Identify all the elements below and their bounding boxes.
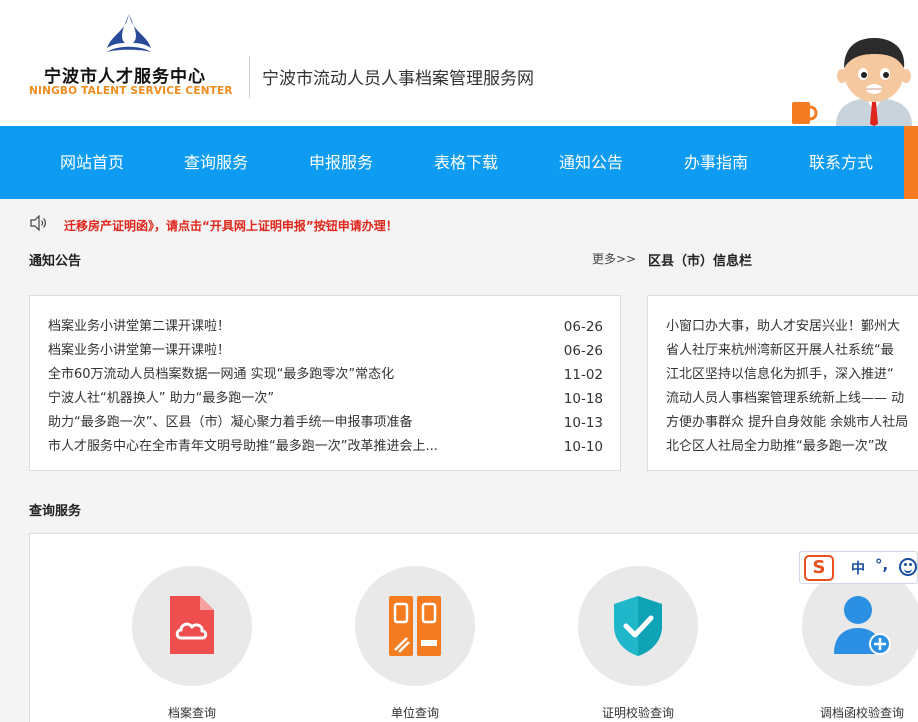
nav-item-apply[interactable]: 申报服务 [309, 126, 373, 199]
list-item[interactable]: 省人社厅来杭州湾新区开展人社系统“最 [666, 339, 918, 363]
shield-check-icon [614, 596, 662, 656]
service-label[interactable]: 单位查询 [335, 704, 495, 721]
nav-accent-bar [904, 126, 918, 199]
county-panel: 小窗口办大事，助人才安居兴业！鄞州大 省人社厅来杭州湾新区开展人社系统“最 江北… [647, 295, 918, 471]
notices-title: 通知公告 [29, 254, 82, 269]
service-certificate-verify[interactable]: 证明校验查询 [578, 566, 698, 722]
sogou-logo-icon[interactable]: S [804, 555, 834, 581]
nav-item-forms[interactable]: 表格下载 [434, 126, 498, 199]
service-transfer-letter-verify[interactable]: 调档函校验查询 [802, 566, 918, 722]
list-item[interactable]: 市人才服务中心在全市青年文明号助推“最多跑一次”改革推进会上... 10-10 [48, 435, 603, 459]
news-date: 06-26 [563, 319, 603, 335]
list-item[interactable]: 方便办事群众 提升自身效能 余姚市人社局 [666, 411, 918, 435]
county-title: 区县（市）信息栏 [648, 254, 753, 269]
news-date: 10-10 [563, 439, 603, 455]
list-item[interactable]: 助力“最多跑一次”、区县（市）凝心聚力着手统一申报事项准备 10-13 [48, 411, 603, 435]
news-title[interactable]: 全市60万流动人员档案数据一网通 实现“最多跑零次”常态化 [48, 363, 394, 387]
smiley-icon[interactable] [899, 558, 917, 576]
binder-folders-icon [389, 596, 441, 656]
list-item[interactable]: 北仑区人社局全力助推“最多跑一次”改 [666, 435, 918, 459]
nav-item-contact[interactable]: 联系方式 [809, 126, 873, 199]
ime-punct-toggle[interactable]: °, [875, 556, 888, 574]
main-nav: 网站首页 查询服务 申报服务 表格下载 通知公告 办事指南 联系方式 [0, 126, 918, 199]
list-item[interactable]: 档案业务小讲堂第二课开课啦！ 06-26 [48, 315, 603, 339]
ime-lang-toggle[interactable]: 中 [851, 558, 865, 578]
header-divider [249, 56, 250, 98]
service-icon-circle [802, 566, 918, 686]
service-archive-query[interactable]: 档案查询 [132, 566, 252, 722]
nav-item-notices[interactable]: 通知公告 [559, 126, 623, 199]
news-title[interactable]: 档案业务小讲堂第二课开课啦！ [48, 315, 230, 339]
ime-toolbar[interactable]: S 中 °, [799, 551, 918, 584]
site-header: 宁波市人才服务中心 NINGBO TALENT SERVICE CENTER 宁… [0, 0, 918, 126]
notice-marquee[interactable]: 迁移房产证明函》，请点击“开具网上证明申报”按钮申请办理！ [64, 217, 398, 234]
service-label[interactable]: 调档函校验查询 [782, 704, 918, 721]
services-panel: 档案查询 单位查询 证明校验查询 调档函校验查询 [29, 533, 918, 722]
tri-arc-logo-icon[interactable] [103, 12, 155, 56]
list-item[interactable]: 档案业务小讲堂第一课开课啦！ 06-26 [48, 339, 603, 363]
notices-panel: 档案业务小讲堂第二课开课啦！ 06-26 档案业务小讲堂第一课开课啦！ 06-26 … [29, 295, 621, 471]
list-item[interactable]: 全市60万流动人员档案数据一网通 实现“最多跑零次”常态化 11-02 [48, 363, 603, 387]
list-item[interactable]: 宁波人社“机器换人” 助力“最多跑一次” 10-18 [48, 387, 603, 411]
nav-item-query[interactable]: 查询服务 [184, 126, 248, 199]
cloud-document-icon [170, 596, 214, 654]
logo-text-cn[interactable]: 宁波市人才服务中心 [44, 62, 206, 87]
services-title: 查询服务 [29, 504, 82, 519]
news-title[interactable]: 助力“最多跑一次”、区县（市）凝心聚力着手统一申报事项准备 [48, 411, 412, 435]
news-date: 10-13 [563, 415, 603, 431]
news-date: 06-26 [563, 343, 603, 359]
news-date: 10-18 [563, 391, 603, 407]
list-item[interactable]: 流动人员人事档案管理系统新上线—— 动 [666, 387, 918, 411]
news-title[interactable]: 宁波人社“机器换人” 助力“最多跑一次” [48, 387, 274, 411]
site-title: 宁波市流动人员人事档案管理服务网 [262, 69, 534, 89]
logo-text-en[interactable]: NINGBO TALENT SERVICE CENTER [29, 85, 233, 97]
service-icon-circle [355, 566, 475, 686]
service-label[interactable]: 证明校验查询 [558, 704, 718, 721]
speaker-icon [30, 215, 46, 231]
service-icon-circle [132, 566, 252, 686]
nav-item-guide[interactable]: 办事指南 [684, 126, 748, 199]
news-title[interactable]: 市人才服务中心在全市青年文明号助推“最多跑一次”改革推进会上... [48, 435, 438, 459]
notices-more-link[interactable]: 更多>> [592, 250, 636, 267]
cartoon-man-mascot [792, 38, 912, 126]
user-add-icon [834, 596, 891, 655]
news-date: 11-02 [563, 367, 603, 383]
list-item[interactable]: 江北区坚持以信息化为抓手，深入推进“ [666, 363, 918, 387]
nav-item-home[interactable]: 网站首页 [60, 126, 124, 199]
service-label[interactable]: 档案查询 [112, 704, 272, 721]
service-unit-query[interactable]: 单位查询 [355, 566, 475, 722]
list-item[interactable]: 小窗口办大事，助人才安居兴业！鄞州大 [666, 315, 918, 339]
news-title[interactable]: 档案业务小讲堂第一课开课啦！ [48, 339, 230, 363]
service-icon-circle [578, 566, 698, 686]
